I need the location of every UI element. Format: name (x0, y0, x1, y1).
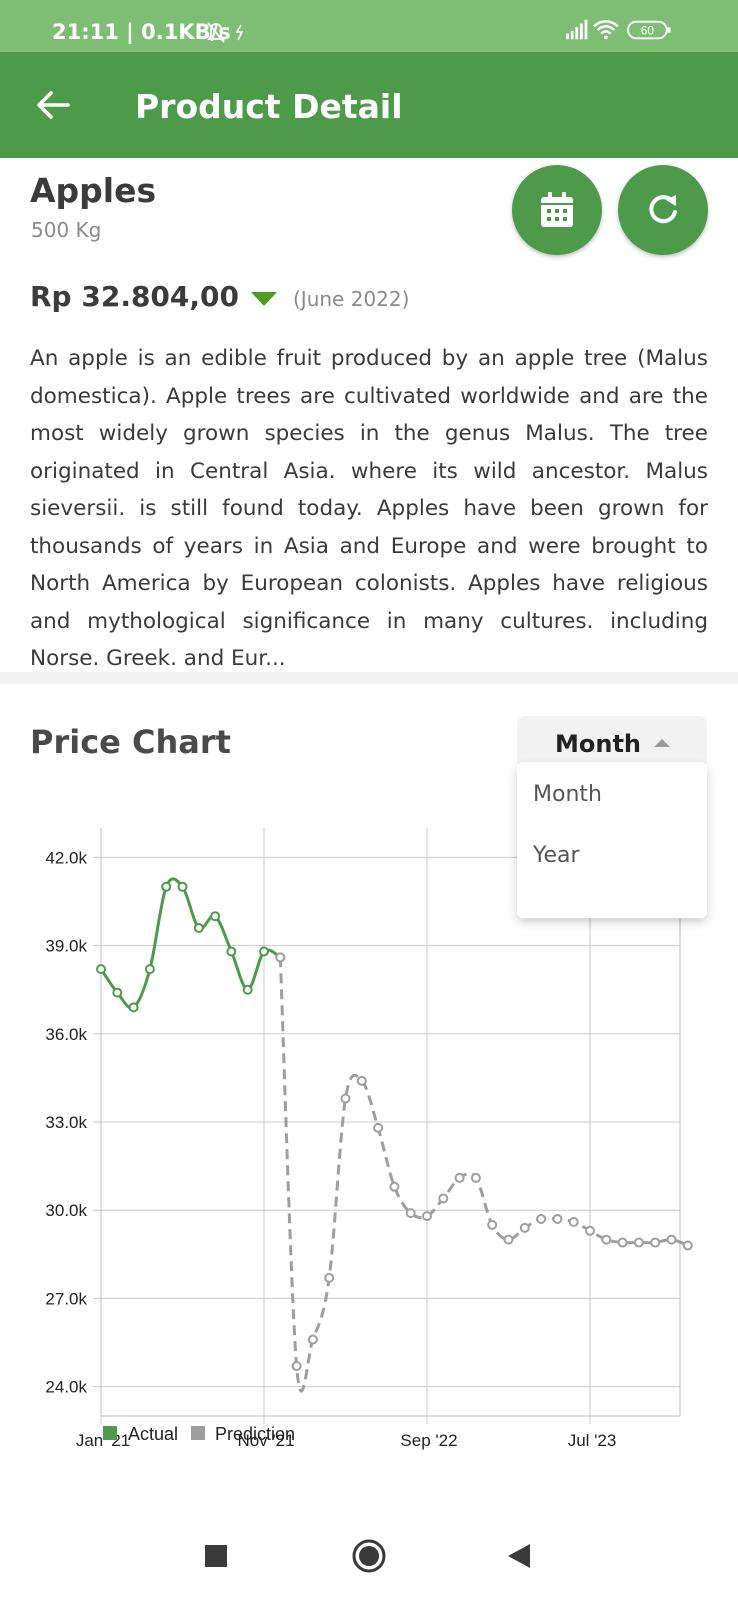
battery-icon: 60 (627, 20, 671, 40)
data-point-prediction (389, 1181, 400, 1192)
series-line-actual (99, 877, 282, 1010)
price-chart: 42.0k39.0k36.0k33.0k30.0k27.0k24.0kJan '… (45, 828, 693, 1450)
product-name: Apples (30, 171, 157, 210)
data-point-prediction (585, 1225, 595, 1236)
data-point-prediction (519, 1222, 530, 1233)
data-point-actual (193, 922, 204, 933)
product-quantity: 500 Kg (31, 218, 102, 242)
wifi-icon (593, 20, 619, 40)
nav-back-button[interactable] (497, 1534, 541, 1578)
square-icon (205, 1545, 227, 1567)
data-point-prediction (470, 1172, 481, 1183)
legend-swatch-actual (103, 1426, 117, 1440)
data-point-prediction (405, 1208, 416, 1219)
data-point-prediction (536, 1214, 547, 1225)
product-description: An apple is an edible fruit produced by … (30, 346, 708, 671)
status-time: 21:11 | 0.1KB/s (52, 20, 231, 44)
product-price: Rp 32.804,00 (30, 280, 240, 313)
data-point-actual (242, 984, 253, 995)
data-point-prediction (568, 1216, 579, 1227)
data-point-prediction (682, 1240, 693, 1251)
dropdown-option-year[interactable]: Year (533, 843, 580, 868)
trend-down-icon (251, 292, 277, 306)
period-select-value: Month (555, 730, 642, 758)
data-point-prediction (324, 1272, 335, 1283)
circle-icon (352, 1539, 386, 1573)
y-tick-label: 39.0k (45, 937, 87, 956)
data-point-actual (128, 1002, 139, 1013)
notification-bell-off-icon (207, 22, 244, 43)
data-point-actual (259, 946, 269, 957)
data-point-prediction (552, 1214, 563, 1225)
data-point-actual (210, 911, 221, 922)
data-point-actual (226, 946, 237, 957)
x-tick-label: Sep '22 (400, 1431, 457, 1450)
series-line-prediction (278, 957, 689, 1393)
y-tick-label: 36.0k (45, 1025, 87, 1044)
calendar-icon (541, 192, 573, 227)
page-title: Product Detail (135, 87, 403, 126)
arrow-left-icon (37, 91, 70, 119)
data-point-prediction (422, 1211, 432, 1222)
calendar-button[interactable] (512, 165, 602, 255)
data-point-prediction (633, 1237, 644, 1248)
data-point-prediction (617, 1237, 628, 1248)
data-point-prediction (666, 1234, 677, 1245)
status-icons: 60 (566, 19, 671, 40)
y-tick-label: 33.0k (45, 1113, 87, 1132)
section-divider (0, 672, 738, 684)
data-point-prediction (340, 1093, 351, 1104)
data-point-prediction (438, 1193, 449, 1204)
legend-label-prediction: Prediction (215, 1424, 295, 1444)
y-tick-label: 24.0k (45, 1378, 87, 1397)
data-point-actual (144, 964, 155, 975)
data-point-prediction (650, 1237, 661, 1248)
recents-button[interactable] (194, 1534, 238, 1578)
caret-up-icon (654, 739, 670, 747)
price-period: (June 2022) (293, 287, 410, 311)
x-tick-label: Jul '23 (568, 1431, 617, 1450)
data-point-prediction (373, 1122, 384, 1133)
back-button[interactable] (28, 80, 78, 130)
chart-title: Price Chart (30, 723, 231, 761)
status-bar: 21:11 | 0.1KB/s 60 (0, 0, 738, 52)
y-tick-label: 42.0k (45, 848, 87, 867)
data-point-prediction (356, 1075, 367, 1086)
refresh-icon (649, 195, 677, 224)
system-nav-bar (0, 1520, 738, 1600)
data-point-prediction (487, 1219, 498, 1230)
home-button[interactable] (347, 1534, 391, 1578)
legend-label-actual: Actual (128, 1424, 178, 1444)
app-bar: Product Detail (0, 52, 738, 158)
data-point-prediction (503, 1234, 514, 1245)
period-dropdown-menu: Month Year (517, 762, 707, 918)
chart-legend: Actual Prediction (103, 1424, 295, 1444)
legend-swatch-prediction (191, 1426, 205, 1440)
dropdown-option-month[interactable]: Month (533, 782, 602, 807)
y-tick-label: 27.0k (45, 1289, 87, 1308)
data-point-actual (112, 987, 123, 998)
data-point-prediction (601, 1234, 612, 1245)
y-tick-label: 30.0k (45, 1201, 87, 1220)
data-point-prediction (454, 1172, 465, 1183)
refresh-button[interactable] (618, 165, 708, 255)
battery-level: 60 (641, 24, 655, 38)
signal-icon (566, 19, 588, 40)
data-point-actual (161, 881, 172, 892)
triangle-back-icon (508, 1544, 530, 1568)
data-point-prediction (307, 1334, 318, 1345)
period-select[interactable]: Month (517, 716, 707, 768)
data-point-prediction (291, 1361, 302, 1372)
data-point-actual (177, 881, 188, 892)
data-point-prediction (275, 952, 286, 963)
data-point-actual (96, 964, 106, 975)
